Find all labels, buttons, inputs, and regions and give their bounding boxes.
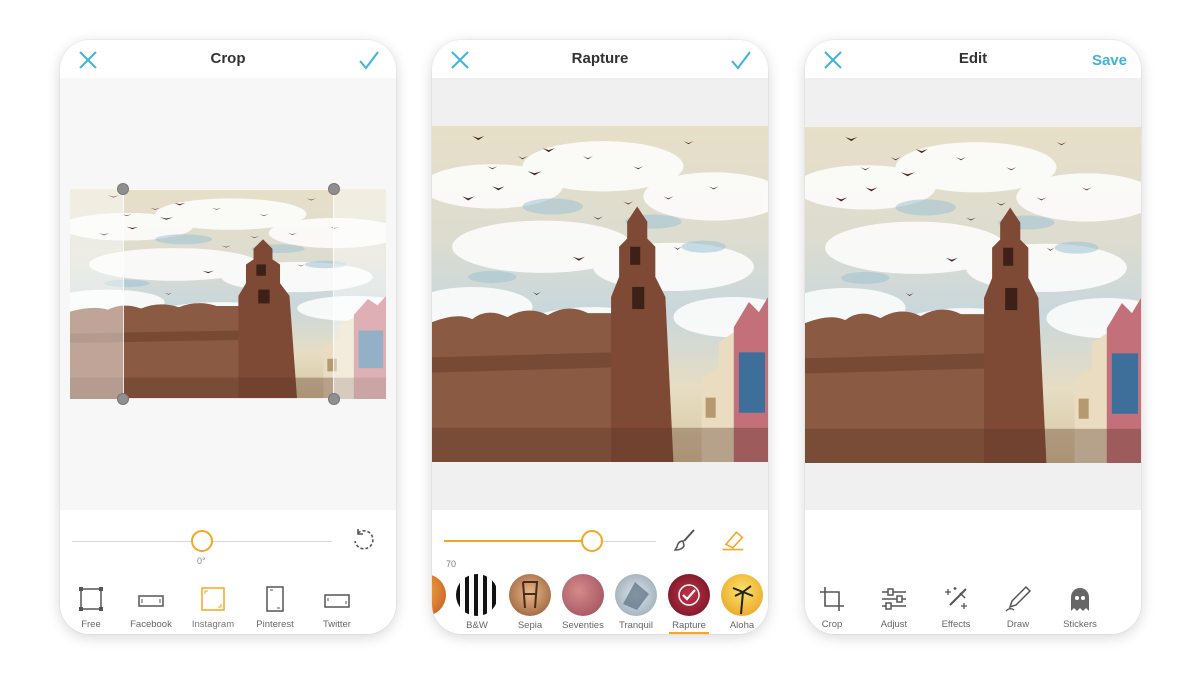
crop-icon (820, 587, 844, 611)
edit-toolbar: Crop Adjust Effects Draw Stickers (805, 510, 1141, 634)
filter-label: Tranquil (619, 620, 653, 631)
photo (432, 126, 768, 462)
filter-toolbar: 70 B&W Sepia Seventies Tranquil Rapture … (432, 510, 768, 634)
facebook-ratio-icon (138, 595, 164, 607)
filter-strip: B&W Sepia Seventies Tranquil Rapture Alo… (432, 572, 768, 634)
tool-label: Adjust (880, 619, 908, 630)
tool-label: Pinterest (256, 619, 294, 630)
tool-twitter[interactable]: Twitter (306, 583, 368, 634)
top-bar: Rapture (432, 40, 768, 78)
filter-label: Seventies (562, 620, 604, 631)
ghost-icon (1071, 588, 1089, 611)
tool-label: Free (81, 619, 101, 630)
page-title: Crop (210, 50, 246, 67)
adjust-sliders-icon (882, 588, 906, 610)
tool-label: Crop (821, 619, 843, 630)
tool-facebook[interactable]: Facebook (120, 583, 182, 634)
intensity-slider-knob[interactable] (581, 530, 604, 552)
filter-bw[interactable]: B&W (454, 574, 500, 632)
filter-partial[interactable] (432, 574, 448, 632)
magic-wand-icon (945, 587, 967, 609)
crop-mask-right (334, 189, 386, 399)
tool-label: Instagram (191, 619, 235, 630)
more-tool-icon (1128, 585, 1141, 613)
page-title: Edit (958, 50, 988, 67)
crop-area[interactable] (70, 183, 386, 405)
filter-screen: Rapture 70 B&W Sepia Seventies Tranquil … (432, 40, 768, 634)
brush-icon[interactable] (672, 527, 698, 553)
check-icon[interactable] (730, 49, 752, 71)
tool-label: Draw (1006, 619, 1030, 630)
tool-instagram[interactable]: Instagram (182, 583, 244, 634)
rotate-icon[interactable] (350, 528, 376, 554)
filter-rapture[interactable]: Rapture (666, 574, 712, 632)
filter-thumbnail (721, 574, 763, 616)
crop-screen: Crop 0° Free Facebook Instagram Pinteres… (60, 40, 396, 634)
instagram-ratio-icon (201, 587, 225, 611)
photo (805, 127, 1141, 463)
crop-mask-left (70, 189, 123, 399)
tool-pinterest[interactable]: Pinterest (244, 583, 306, 634)
filter-thumbnail (509, 574, 551, 616)
filter-thumbnail (432, 574, 446, 616)
filter-thumbnail (562, 574, 604, 616)
edit-screen: Edit Save Crop Adjust Effects Draw Stick… (805, 40, 1141, 634)
intensity-slider-fill (444, 540, 593, 542)
crop-handle-bottom-left[interactable] (117, 393, 129, 405)
angle-slider-knob[interactable] (191, 530, 213, 552)
top-bar: Edit Save (805, 40, 1141, 78)
crop-frame[interactable] (123, 189, 334, 399)
page-title: Rapture (571, 50, 629, 67)
filter-thumbnail (456, 574, 498, 616)
tool-label: Stickers (1063, 619, 1097, 630)
tool-adjust[interactable]: Adjust (863, 583, 925, 634)
twitter-ratio-icon (324, 594, 350, 608)
filter-label: Aloha (729, 620, 755, 631)
tool-free[interactable]: Free (60, 583, 122, 634)
angle-value: 0° (197, 556, 206, 566)
tool-label: Effects (941, 619, 971, 630)
selected-check-icon (682, 589, 696, 601)
tool-stickers[interactable]: Stickers (1049, 583, 1111, 634)
filter-tranquil[interactable]: Tranquil (613, 574, 659, 632)
save-button[interactable]: Save (1092, 52, 1127, 69)
filter-thumbnail (615, 574, 657, 616)
filter-label: Rapture (672, 620, 706, 631)
crop-toolbar: 0° Free Facebook Instagram Pinterest Twi… (60, 510, 396, 634)
crop-handle-bottom-right[interactable] (328, 393, 340, 405)
active-filter-indicator (669, 632, 709, 634)
filter-seventies[interactable]: Seventies (560, 574, 606, 632)
eraser-icon[interactable] (719, 527, 745, 553)
tool-label: Twitter (323, 619, 351, 630)
tool-draw[interactable]: Draw (987, 583, 1049, 634)
filter-label: Sepia (517, 620, 543, 631)
tool-label: Facebook (130, 619, 172, 630)
tool-more[interactable] (368, 583, 396, 634)
check-icon[interactable] (358, 49, 380, 71)
portrait-ratio-icon (385, 585, 396, 613)
tool-effects[interactable]: Effects (925, 583, 987, 634)
filter-aloha[interactable]: Aloha (719, 574, 765, 632)
filter-label: B&W (466, 620, 488, 631)
tool-crop[interactable]: Crop (805, 583, 863, 634)
tool-more[interactable] (1111, 583, 1141, 634)
filter-thumbnail (668, 574, 710, 616)
crop-handle-top-left[interactable] (117, 183, 129, 195)
intensity-value: 70 (446, 559, 457, 569)
free-crop-icon (79, 587, 103, 611)
crop-handle-top-right[interactable] (328, 183, 340, 195)
pencil-icon (1005, 585, 1032, 612)
filter-sepia[interactable]: Sepia (507, 574, 553, 632)
pinterest-ratio-icon (266, 586, 284, 612)
top-bar: Crop (60, 40, 396, 78)
